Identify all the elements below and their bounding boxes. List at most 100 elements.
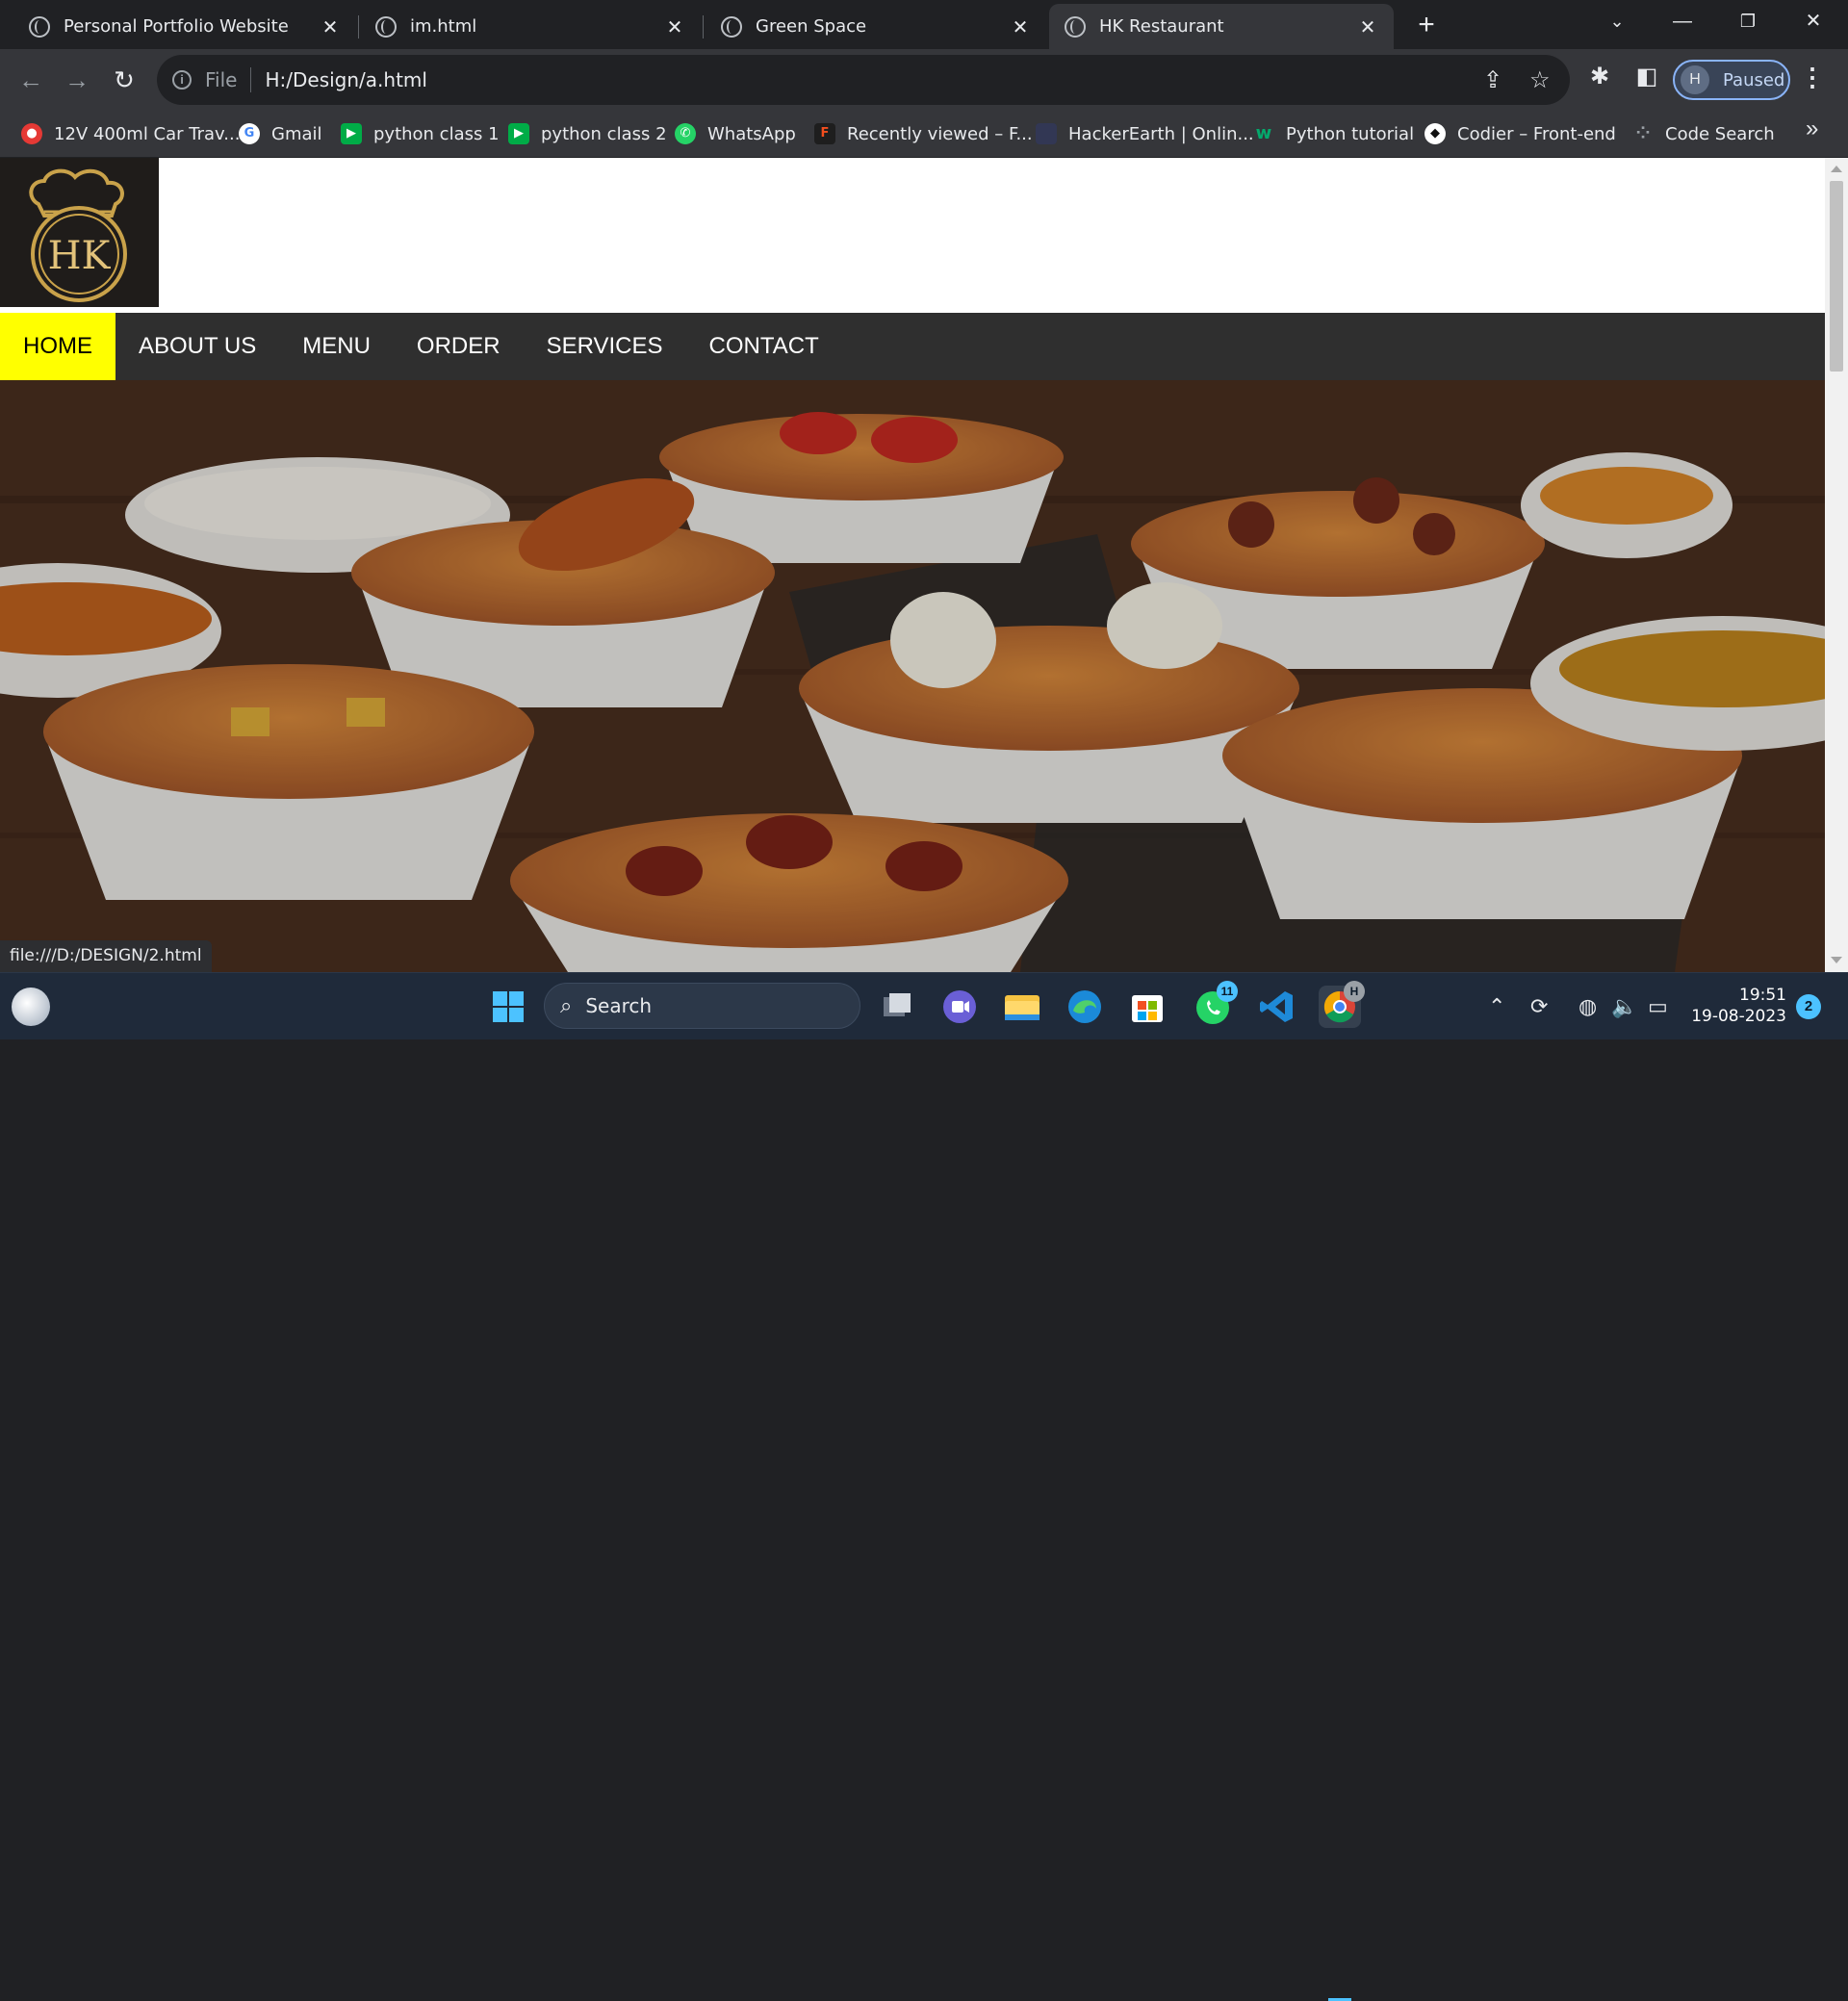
nav-contact[interactable]: CONTACT — [686, 313, 842, 380]
bookmark-label: HackerEarth | Onlin... — [1068, 123, 1254, 144]
tab-green-space[interactable]: Green Space ✕ — [706, 4, 1046, 49]
bookmarks-bar: ● 12V 400ml Car Trav... G Gmail ▶ python… — [0, 110, 1848, 158]
bookmark-hackerearth[interactable]: HackerEarth | Onlin... — [1036, 119, 1254, 148]
hackerearth-icon — [1036, 123, 1057, 144]
bookmark-figma[interactable]: F Recently viewed – F... — [814, 119, 1033, 148]
code-search-icon: ⁘ — [1635, 123, 1651, 143]
address-url[interactable]: H:/Design/a.html — [265, 68, 426, 91]
biryani-bowls-image — [0, 380, 1825, 972]
tab-title: im.html — [410, 16, 477, 37]
file-explorer-icon[interactable] — [1001, 986, 1043, 1028]
link-status-tooltip: file:///D:/DESIGN/2.html — [0, 940, 212, 972]
nav-about-us[interactable]: ABOUT US — [116, 313, 279, 380]
avatar: H — [1681, 65, 1709, 94]
network-globe-icon[interactable]: ◍ — [1578, 994, 1597, 1019]
bookmark-label: python class 2 — [541, 123, 667, 144]
close-tab-icon[interactable]: ✕ — [1010, 15, 1031, 38]
page-viewport: HK HOME ABOUT US MENU ORDER SERVICES CON… — [0, 158, 1825, 972]
address-scheme: File — [205, 68, 238, 91]
reload-button[interactable]: ↻ — [105, 61, 143, 99]
show-hidden-icons-icon[interactable]: ⌃ — [1488, 994, 1505, 1019]
windows-logo-icon — [493, 991, 524, 1022]
close-tab-icon[interactable]: ✕ — [320, 15, 341, 38]
site-logo[interactable]: HK — [0, 158, 159, 307]
bookmark-gmail[interactable]: G Gmail — [239, 119, 322, 148]
minimize-button[interactable]: — — [1656, 0, 1709, 42]
bookmark-python-class-2[interactable]: ▶ python class 2 — [508, 119, 667, 148]
address-bar[interactable]: i File H:/Design/a.html ⇪ ☆ — [157, 55, 1570, 105]
profile-button[interactable]: H Paused — [1673, 60, 1790, 100]
globe-icon — [375, 15, 397, 38]
teams-chat-icon[interactable] — [938, 986, 981, 1028]
bookmark-star-icon[interactable]: ☆ — [1529, 66, 1551, 94]
bookmark-code-search[interactable]: ⁘ Code Search — [1632, 119, 1775, 148]
nav-menu[interactable]: MENU — [279, 313, 394, 380]
bookmark-codier[interactable]: ◆ Codier – Front-end — [1424, 119, 1616, 148]
bookmark-whatsapp[interactable]: ✆ WhatsApp — [675, 119, 796, 148]
new-tab-button[interactable]: + — [1411, 8, 1442, 42]
bookmark-python-tutorial[interactable]: w Python tutorial — [1253, 119, 1414, 148]
google-icon: G — [239, 123, 260, 144]
tab-hk-restaurant[interactable]: HK Restaurant ✕ — [1049, 4, 1394, 49]
globe-icon — [29, 15, 50, 38]
chrome-profile-badge: H — [1344, 981, 1365, 1002]
tab-title: Green Space — [756, 16, 867, 37]
sync-icon[interactable]: ⟳ — [1530, 994, 1548, 1019]
page-scrollbar[interactable] — [1825, 158, 1848, 972]
battery-icon[interactable]: ▭ — [1648, 994, 1668, 1019]
hero-food-image — [0, 380, 1825, 972]
globe-icon — [1065, 15, 1086, 38]
nav-home[interactable]: HOME — [0, 313, 116, 380]
notification-badge[interactable]: 2 — [1796, 994, 1821, 1019]
tab-personal-portfolio[interactable]: Personal Portfolio Website ✕ — [13, 4, 356, 49]
share-icon[interactable]: ⇪ — [1483, 66, 1502, 94]
close-window-button[interactable]: ✕ — [1786, 0, 1840, 42]
scroll-up-arrow-icon[interactable] — [1831, 166, 1842, 172]
bookmark-label: Python tutorial — [1286, 123, 1415, 144]
edge-browser-icon[interactable] — [1064, 986, 1106, 1028]
scrollbar-thumb[interactable] — [1830, 181, 1843, 372]
nav-services[interactable]: SERVICES — [524, 313, 686, 380]
tab-im-html[interactable]: im.html ✕ — [360, 4, 701, 49]
codier-icon: ◆ — [1424, 123, 1446, 144]
tab-separator — [358, 15, 359, 38]
side-panel-icon[interactable]: ◧ — [1630, 63, 1664, 90]
bookmark-label: python class 1 — [373, 123, 500, 144]
bookmarks-overflow-icon[interactable]: » — [1806, 115, 1818, 142]
close-tab-icon[interactable]: ✕ — [1357, 15, 1378, 38]
tab-strip: Personal Portfolio Website ✕ im.html ✕ G… — [0, 0, 1848, 49]
taskbar-search[interactable]: ⌕ Search — [544, 983, 860, 1029]
bookmark-car-travel[interactable]: ● 12V 400ml Car Trav... — [21, 119, 240, 148]
meet-icon: ▶ — [508, 123, 529, 144]
restore-button[interactable]: ❐ — [1721, 0, 1775, 42]
info-icon[interactable]: i — [172, 70, 192, 90]
clock-date: 19-08-2023 — [1691, 1007, 1786, 1026]
start-button[interactable] — [487, 986, 529, 1028]
close-tab-icon[interactable]: ✕ — [664, 15, 685, 38]
back-button[interactable]: ← — [12, 61, 50, 99]
scroll-down-arrow-icon[interactable] — [1831, 957, 1842, 963]
tab-title: Personal Portfolio Website — [64, 16, 289, 37]
red-circle-icon: ● — [21, 123, 42, 144]
extensions-icon[interactable]: ✱ — [1582, 63, 1617, 90]
globe-icon — [721, 15, 742, 38]
address-divider — [250, 67, 252, 92]
system-clock[interactable]: 19:51 19-08-2023 — [1690, 985, 1786, 1027]
tab-search-button[interactable]: ⌄ — [1590, 0, 1644, 42]
browser-toolbar: ← → ↻ i File H:/Design/a.html ⇪ ☆ ✱ ◧ H … — [0, 49, 1848, 110]
vscode-icon[interactable] — [1256, 986, 1298, 1028]
task-view-icon[interactable] — [876, 986, 918, 1028]
microsoft-store-icon[interactable] — [1126, 986, 1168, 1028]
bookmark-label: Code Search — [1665, 123, 1775, 144]
bookmark-python-class-1[interactable]: ▶ python class 1 — [341, 119, 500, 148]
profile-status: Paused — [1723, 69, 1785, 90]
more-menu-icon[interactable]: ⋮ — [1800, 63, 1825, 92]
nav-order[interactable]: ORDER — [394, 313, 524, 380]
volume-icon[interactable]: 🔈 — [1611, 994, 1637, 1019]
bookmark-label: Codier – Front-end — [1457, 123, 1616, 144]
site-navigation: HOME ABOUT US MENU ORDER SERVICES CONTAC… — [0, 313, 1825, 380]
weather-icon[interactable] — [12, 988, 50, 1026]
forward-button[interactable]: → — [58, 61, 96, 99]
bookmark-label: Gmail — [271, 123, 322, 144]
whatsapp-unread-badge: 11 — [1217, 981, 1238, 1002]
